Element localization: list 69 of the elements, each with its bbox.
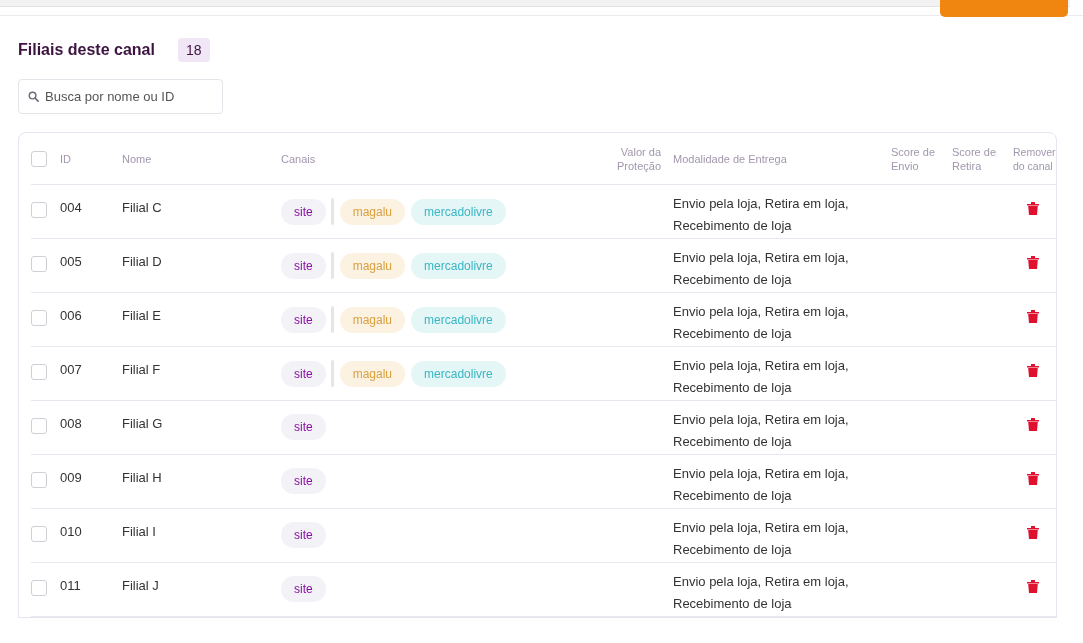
trash-icon[interactable] bbox=[1027, 526, 1039, 539]
id-cell: 005 bbox=[60, 254, 82, 269]
trash-icon[interactable] bbox=[1027, 418, 1039, 431]
count-badge: 18 bbox=[177, 38, 210, 62]
section-title: Filiais deste canal bbox=[18, 41, 155, 59]
channel-tag: magalu bbox=[339, 306, 406, 333]
select-all-checkbox[interactable] bbox=[31, 150, 47, 167]
delivery-cell-text: Envio pela loja, Retira em loja, Recebimento de loja bbox=[673, 303, 850, 343]
channel-tag: site bbox=[281, 252, 326, 279]
trash-icon[interactable] bbox=[1027, 364, 1039, 377]
id-cell: 011 bbox=[60, 578, 81, 593]
channel-tag: site bbox=[281, 522, 326, 548]
name-cell: Filial C bbox=[122, 200, 162, 215]
trash-icon[interactable] bbox=[1027, 472, 1039, 485]
delivery-cell-text: Envio pela loja, Retira em loja, Recebimento de loja bbox=[673, 249, 850, 289]
channel-tag: site bbox=[281, 576, 326, 602]
channel-tag: mercadolivre bbox=[411, 360, 506, 387]
row-checkbox[interactable] bbox=[31, 310, 47, 326]
channel-tag: site bbox=[281, 414, 326, 440]
id-cell: 007 bbox=[60, 362, 82, 377]
column-header: Nome bbox=[122, 152, 152, 165]
id-cell: 008 bbox=[60, 416, 82, 431]
name-cell: Filial H bbox=[122, 470, 162, 485]
row-checkbox[interactable] bbox=[31, 256, 47, 272]
delivery-cell-text: Envio pela loja, Retira em loja, Recebimento de loja bbox=[673, 519, 850, 559]
delivery-cell-text: Envio pela loja, Retira em loja, Recebimento de loja bbox=[673, 411, 850, 451]
search-field[interactable]: Busca por nome ou ID bbox=[18, 79, 223, 114]
name-cell: Filial E bbox=[122, 308, 161, 323]
row-checkbox[interactable] bbox=[31, 202, 47, 218]
row-checkbox[interactable] bbox=[31, 364, 47, 380]
id-cell: 010 bbox=[60, 524, 82, 539]
column-header: Valor da Proteção bbox=[616, 145, 661, 172]
column-header: Canais bbox=[281, 152, 316, 165]
channel-tag: site bbox=[281, 306, 326, 333]
name-cell: Filial G bbox=[122, 416, 163, 431]
name-cell: Filial J bbox=[122, 578, 159, 593]
row-checkbox[interactable] bbox=[31, 526, 47, 542]
channel-tag: magalu bbox=[339, 198, 406, 225]
channel-tag: magalu bbox=[339, 252, 406, 279]
column-header: Score de Retira bbox=[952, 145, 997, 172]
trash-icon[interactable] bbox=[1027, 202, 1039, 215]
channel-tag: site bbox=[281, 468, 326, 494]
channel-tag: mercadolivre bbox=[411, 252, 506, 279]
row-checkbox[interactable] bbox=[31, 580, 47, 596]
delivery-cell-text: Envio pela loja, Retira em loja, Recebimento de loja bbox=[673, 357, 850, 397]
channel-tag: site bbox=[281, 360, 326, 387]
id-cell: 006 bbox=[60, 308, 82, 323]
row-checkbox[interactable] bbox=[31, 472, 47, 488]
channel-tag: mercadolivre bbox=[411, 198, 506, 225]
delivery-cell-text: Envio pela loja, Retira em loja, Recebimento de loja bbox=[673, 195, 850, 235]
row-checkbox[interactable] bbox=[31, 418, 47, 434]
id-cell: 004 bbox=[60, 200, 82, 215]
trash-icon[interactable] bbox=[1027, 580, 1039, 593]
name-cell: Filial F bbox=[122, 362, 161, 377]
channel-tag: mercadolivre bbox=[411, 306, 506, 333]
column-header: Remover do canal bbox=[1013, 144, 1057, 173]
column-header: Modalidade de Entrega bbox=[673, 152, 787, 165]
trash-icon[interactable] bbox=[1027, 256, 1039, 269]
name-cell: Filial D bbox=[122, 254, 162, 269]
column-header: ID bbox=[60, 152, 71, 165]
delivery-cell-text: Envio pela loja, Retira em loja, Recebimento de loja bbox=[673, 573, 850, 613]
delivery-cell-text: Envio pela loja, Retira em loja, Recebimento de loja bbox=[673, 465, 850, 505]
channel-tag: magalu bbox=[339, 360, 406, 387]
action-button[interactable] bbox=[940, 0, 1068, 17]
name-cell: Filial I bbox=[122, 524, 156, 539]
trash-icon[interactable] bbox=[1027, 310, 1039, 323]
id-cell: 009 bbox=[60, 470, 82, 485]
column-header: Score de Envio bbox=[891, 145, 936, 172]
channel-tag: site bbox=[281, 198, 326, 225]
